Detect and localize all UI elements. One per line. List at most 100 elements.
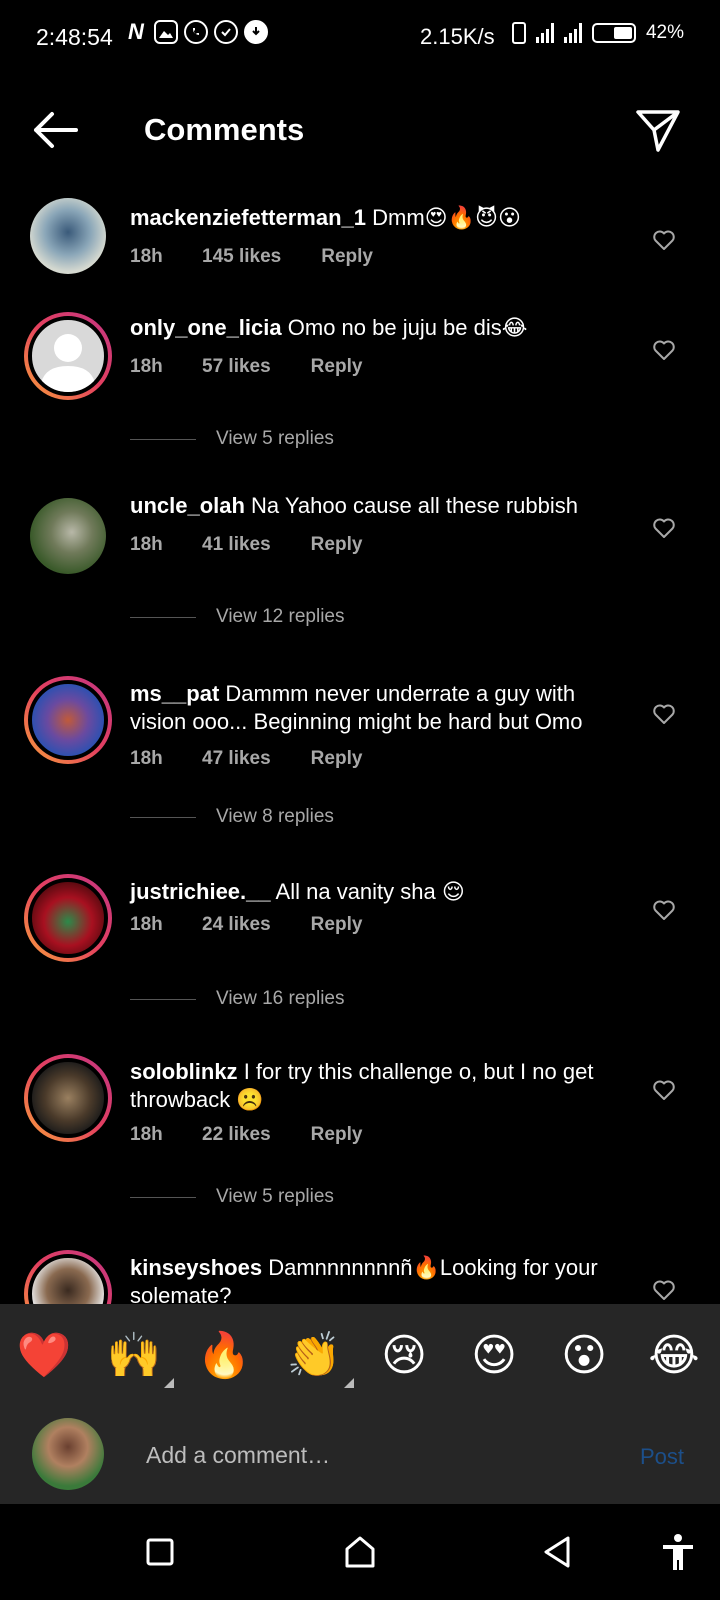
comment-username[interactable]: soloblinkz: [130, 1059, 238, 1084]
comment-username[interactable]: kinseyshoes: [130, 1255, 262, 1280]
view-replies-button[interactable]: View 16 replies: [130, 988, 345, 1010]
heart-icon: [653, 518, 675, 538]
square-icon: [146, 1538, 174, 1566]
status-time: 2:48:54: [36, 24, 113, 50]
accessibility-button[interactable]: [658, 1532, 698, 1572]
comment-username[interactable]: uncle_olah: [130, 493, 245, 518]
avatar[interactable]: [24, 192, 112, 280]
comment-time: 18h: [130, 356, 163, 377]
home-button[interactable]: [340, 1532, 380, 1572]
gallery-icon: [154, 20, 178, 44]
emoji-crying-button[interactable]: 😢: [374, 1326, 434, 1386]
share-button[interactable]: [634, 106, 682, 154]
reply-button[interactable]: Reply: [311, 1124, 363, 1146]
view-replies-button[interactable]: View 8 replies: [130, 806, 334, 828]
comment-time: 18h: [130, 748, 163, 769]
heart-icon: [653, 1280, 675, 1300]
download-icon: [244, 20, 268, 44]
paper-plane-icon: [636, 110, 680, 152]
status-bar: 2:48:54 N 2.15K/s 42%: [0, 0, 720, 72]
comment-meta: 18h 24 likes Reply: [130, 914, 362, 936]
back-nav-button[interactable]: [538, 1532, 578, 1572]
view-replies-label: View 16 replies: [216, 988, 345, 1009]
comment-likes[interactable]: 41 likes: [202, 534, 271, 556]
emoji-laughing-button[interactable]: 😂: [644, 1326, 704, 1386]
default-avatar-icon: [40, 334, 96, 392]
comment-text: only_one_licia Omo no be juju be dis😂: [130, 314, 630, 342]
battery-level: 42%: [645, 22, 684, 43]
view-replies-label: View 8 replies: [216, 806, 334, 827]
network-speed: 2.15K/s: [420, 24, 495, 49]
comment-body: All na vanity sha 😌: [275, 879, 465, 904]
recents-button[interactable]: [140, 1532, 180, 1572]
comment-time: 18h: [130, 534, 163, 555]
view-replies-label: View 12 replies: [216, 606, 345, 627]
like-button[interactable]: [652, 702, 676, 726]
heart-icon: [653, 704, 675, 724]
comment-username[interactable]: ms__pat: [130, 681, 219, 706]
home-icon: [345, 1536, 375, 1568]
comments-list[interactable]: mackenziefetterman_1 Dmm😍🔥😈😮 18h 145 lik…: [0, 176, 720, 1304]
emoji-surprised-button[interactable]: 😮: [554, 1326, 614, 1386]
comment-username[interactable]: mackenziefetterman_1: [130, 205, 366, 230]
avatar[interactable]: [24, 1054, 112, 1142]
system-icons: 42%: [511, 22, 684, 44]
comment-text: mackenziefetterman_1 Dmm😍🔥😈😮: [130, 204, 630, 232]
comment-meta: 18h 145 likes Reply: [130, 246, 373, 268]
back-button[interactable]: [30, 110, 80, 150]
avatar[interactable]: [24, 492, 112, 580]
netflix-n-icon: N: [128, 19, 144, 44]
emoji-clap-button[interactable]: 👏: [284, 1326, 354, 1388]
avatar[interactable]: [24, 1250, 112, 1304]
comment-username[interactable]: only_one_licia: [130, 315, 282, 340]
comment-likes[interactable]: 57 likes: [202, 356, 271, 378]
comment-input[interactable]: [144, 1426, 608, 1484]
reply-button[interactable]: Reply: [321, 246, 373, 268]
emoji-quick-bar: ❤️ 🙌 🔥 👏 😢 😍 😮 😂: [0, 1304, 720, 1406]
whatsapp-icon: [184, 20, 208, 44]
notification-icons: N: [124, 19, 268, 44]
comment-body: Na Yahoo cause all these rubbish: [251, 493, 579, 518]
emoji-clap: 👏: [286, 1331, 342, 1380]
view-replies-button[interactable]: View 12 replies: [130, 606, 345, 628]
reply-button[interactable]: Reply: [311, 748, 363, 770]
heart-icon: [653, 230, 675, 250]
comment-username[interactable]: justrichiee.__: [130, 879, 271, 904]
avatar[interactable]: [24, 312, 112, 400]
system-nav-bar: [0, 1504, 720, 1600]
like-button[interactable]: [652, 1278, 676, 1302]
divider: [130, 438, 196, 440]
reply-button[interactable]: Reply: [311, 914, 363, 936]
comment-composer: Post: [0, 1406, 720, 1504]
reply-button[interactable]: Reply: [311, 534, 363, 556]
comment-likes[interactable]: 47 likes: [202, 748, 271, 770]
like-button[interactable]: [652, 898, 676, 922]
battery-icon: [591, 23, 636, 43]
divider: [130, 998, 196, 1000]
avatar[interactable]: [24, 874, 112, 962]
emoji-raised-hands-button[interactable]: 🙌: [104, 1326, 174, 1388]
comment-body: Omo no be juju be dis😂: [287, 315, 528, 340]
comment-likes[interactable]: 22 likes: [202, 1124, 271, 1146]
like-button[interactable]: [652, 338, 676, 362]
emoji-fire-button[interactable]: 🔥: [194, 1326, 254, 1386]
like-button[interactable]: [652, 516, 676, 540]
emoji-heart-button[interactable]: ❤️: [14, 1326, 74, 1386]
comment-time: 18h: [130, 246, 163, 267]
comment-likes[interactable]: 24 likes: [202, 914, 271, 936]
like-button[interactable]: [652, 1078, 676, 1102]
reply-button[interactable]: Reply: [311, 356, 363, 378]
comment-time: 18h: [130, 914, 163, 935]
comments-header: Comments: [0, 88, 720, 172]
my-avatar: [32, 1418, 104, 1490]
avatar[interactable]: [24, 676, 112, 764]
view-replies-button[interactable]: View 5 replies: [130, 1186, 334, 1208]
post-button[interactable]: Post: [640, 1444, 684, 1470]
view-replies-button[interactable]: View 5 replies: [130, 428, 334, 450]
signal-icon-2: [563, 23, 582, 43]
comment-text: justrichiee.__ All na vanity sha 😌: [130, 878, 630, 906]
emoji-heart-eyes-button[interactable]: 😍: [464, 1326, 524, 1386]
like-button[interactable]: [652, 228, 676, 252]
comment-body: Dmm😍🔥😈😮: [372, 205, 521, 230]
comment-likes[interactable]: 145 likes: [202, 246, 281, 268]
